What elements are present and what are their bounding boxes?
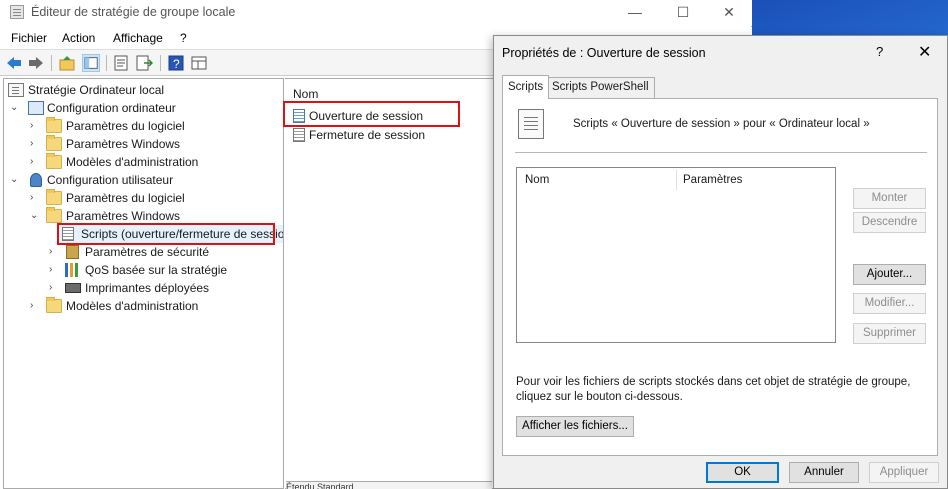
view-tabs[interactable]: Étendu Standard	[286, 481, 492, 489]
export-list-icon[interactable]	[135, 54, 153, 72]
chevron-right-icon[interactable]: ›	[30, 297, 40, 315]
dialog-close-button[interactable]: ✕	[918, 42, 931, 62]
highlight-box	[283, 101, 460, 127]
minimize-button[interactable]: —	[612, 0, 658, 26]
move-up-button[interactable]: Monter	[853, 188, 926, 209]
divider	[515, 152, 927, 153]
show-files-button[interactable]: Afficher les fichiers...	[516, 416, 634, 437]
chevron-right-icon[interactable]: ›	[30, 135, 40, 153]
svg-text:?: ?	[173, 57, 180, 71]
close-button[interactable]: ✕	[706, 0, 752, 26]
tree-pane: Stratégie Ordinateur local ⌄ Configurati…	[3, 78, 284, 489]
folder-icon	[46, 153, 62, 169]
apply-button[interactable]: Appliquer	[869, 462, 939, 483]
folder-icon	[46, 135, 62, 151]
scripts-table[interactable]: Nom Paramètres	[516, 167, 836, 343]
security-icon	[66, 245, 79, 259]
edit-button[interactable]: Modifier...	[853, 293, 926, 314]
info-text: Pour voir les fichiers de scripts stocké…	[516, 376, 911, 403]
chevron-right-icon[interactable]: ›	[49, 243, 59, 261]
menu-action[interactable]: Action	[62, 31, 95, 45]
properties-dialog: Propriétés de : Ouverture de session ? ✕…	[493, 35, 948, 489]
folder-icon	[46, 207, 62, 223]
script-icon	[293, 128, 305, 142]
chevron-right-icon[interactable]: ›	[30, 117, 40, 135]
column-header-params[interactable]: Paramètres	[683, 174, 742, 186]
ok-button[interactable]: OK	[706, 462, 779, 483]
column-header-name[interactable]: Nom	[525, 174, 549, 186]
scripts-description: Scripts « Ouverture de session » pour « …	[573, 118, 870, 130]
folder-icon	[46, 117, 62, 133]
view-icon[interactable]	[190, 54, 208, 72]
title-bar: Éditeur de stratégie de groupe locale — …	[0, 0, 752, 26]
user-icon	[30, 173, 42, 187]
add-button[interactable]: Ajouter...	[853, 264, 926, 285]
chevron-right-icon[interactable]: ›	[30, 189, 40, 207]
forward-arrow-icon[interactable]	[27, 54, 45, 72]
menu-affichage[interactable]: Affichage	[113, 31, 163, 45]
tab-powershell[interactable]: Scripts PowerShell	[546, 77, 655, 98]
printer-icon	[65, 283, 81, 293]
up-folder-icon[interactable]	[58, 54, 76, 72]
help-icon[interactable]: ?	[167, 54, 185, 72]
menu-help[interactable]: ?	[180, 31, 187, 45]
chevron-right-icon[interactable]: ›	[49, 261, 59, 279]
folder-icon	[46, 189, 62, 205]
dialog-title: Propriétés de : Ouverture de session	[502, 46, 706, 60]
back-arrow-icon[interactable]	[5, 54, 23, 72]
chevron-right-icon[interactable]: ›	[30, 153, 40, 171]
cancel-button[interactable]: Annuler	[789, 462, 859, 483]
app-icon	[10, 5, 24, 19]
folder-icon	[46, 297, 62, 313]
properties-icon[interactable]	[112, 54, 130, 72]
show-tree-icon[interactable]	[82, 54, 100, 72]
highlight-box	[57, 223, 275, 245]
computer-icon	[28, 101, 44, 115]
chevron-down-icon[interactable]: ⌄	[10, 171, 20, 189]
move-down-button[interactable]: Descendre	[853, 212, 926, 233]
dialog-help-button[interactable]: ?	[876, 44, 883, 59]
list-pane: Nom Ouverture de session Fermeture de se…	[283, 78, 499, 489]
chevron-right-icon[interactable]: ›	[49, 279, 59, 297]
chevron-down-icon[interactable]: ⌄	[30, 207, 40, 225]
remove-button[interactable]: Supprimer	[853, 323, 926, 344]
script-icon	[518, 109, 544, 139]
policy-doc-icon	[8, 83, 24, 97]
tab-panel: Scripts « Ouverture de session » pour « …	[502, 98, 938, 456]
chevron-down-icon[interactable]: ⌄	[10, 99, 20, 117]
tab-scripts[interactable]: Scripts	[502, 75, 550, 99]
chart-bars-icon	[65, 263, 81, 277]
menu-fichier[interactable]: Fichier	[11, 31, 47, 45]
window-title: Éditeur de stratégie de groupe locale	[31, 5, 236, 19]
maximize-button[interactable]: ☐	[660, 0, 706, 26]
